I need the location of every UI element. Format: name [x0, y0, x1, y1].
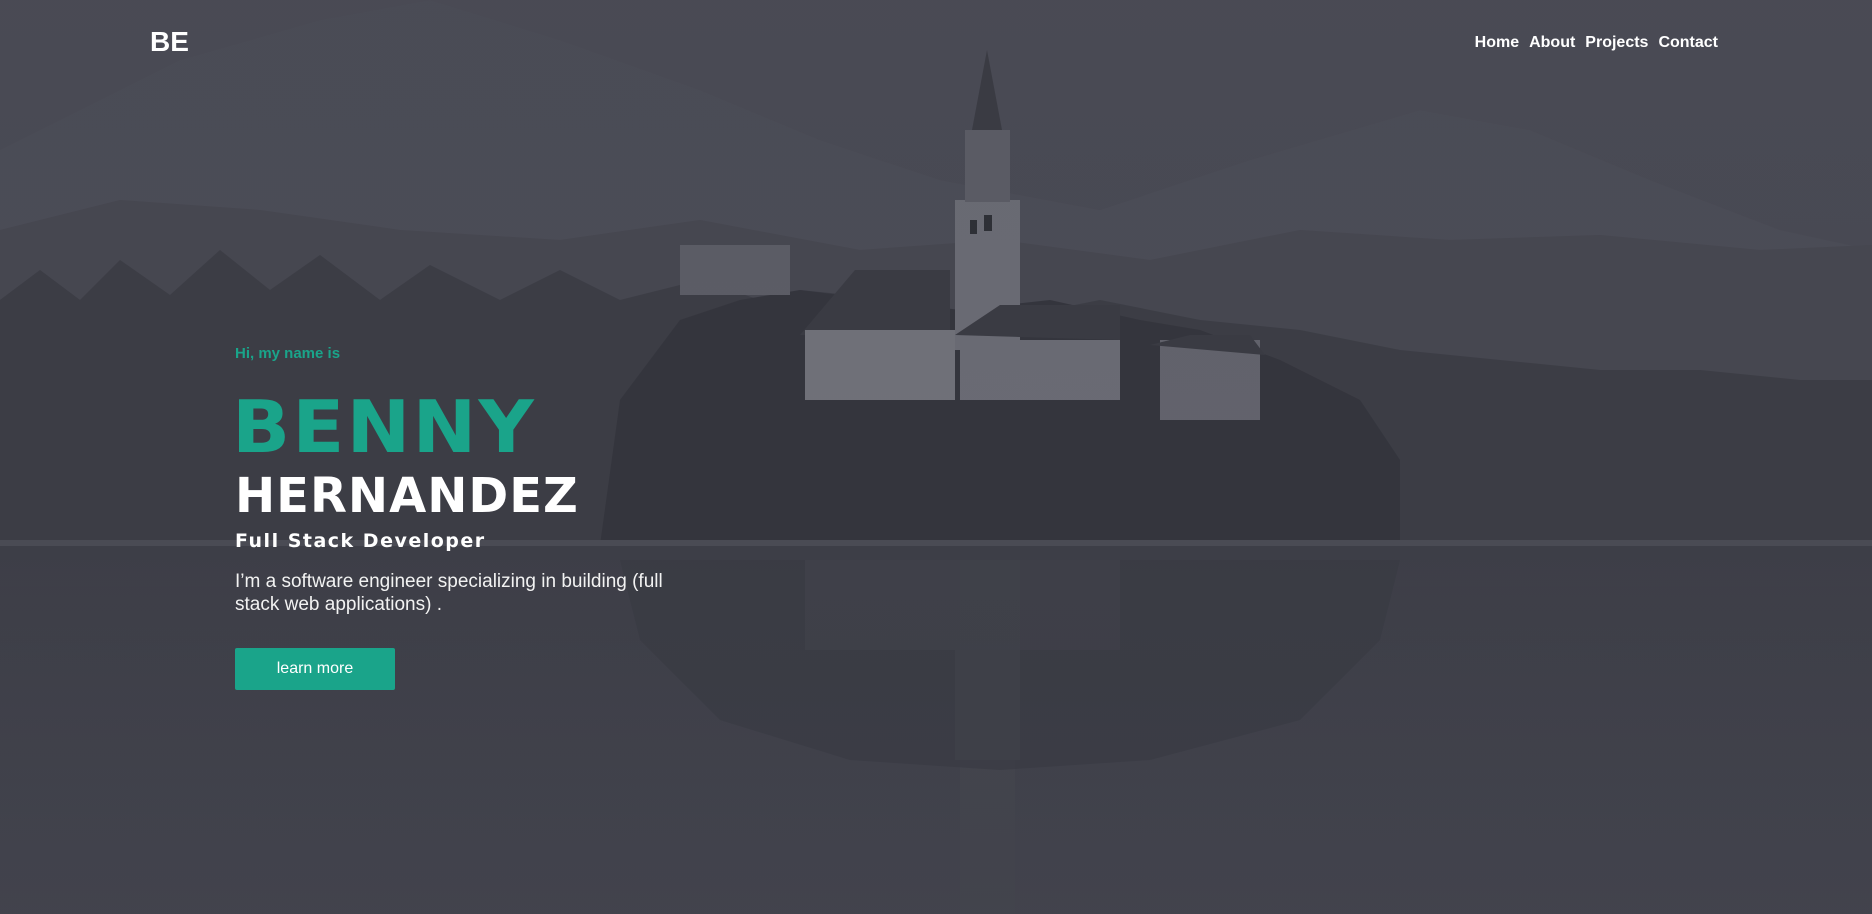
nav-link-contact[interactable]: Contact: [1658, 34, 1718, 52]
nav-link-projects[interactable]: Projects: [1585, 34, 1648, 52]
hero-first-name: BENNY: [232, 385, 536, 469]
nav-link-home[interactable]: Home: [1475, 34, 1519, 52]
main-nav: Home About Projects Contact: [1475, 34, 1718, 52]
hero-description: I’m a software engineer specializing in …: [235, 571, 663, 615]
hero-role: Full Stack Developer: [235, 530, 486, 552]
hero-greeting: Hi, my name is: [235, 345, 341, 362]
hero-last-name: HERNANDEZ: [235, 468, 579, 524]
nav-link-about[interactable]: About: [1529, 34, 1575, 52]
hero-section: Hi, my name is BENNY HERNANDEZ Full Stac…: [232, 345, 835, 690]
site-logo[interactable]: BE: [150, 26, 189, 58]
landing-page: BE Home About Projects Contact Hi, my na…: [0, 0, 1872, 914]
learn-more-button[interactable]: learn more: [235, 648, 395, 690]
